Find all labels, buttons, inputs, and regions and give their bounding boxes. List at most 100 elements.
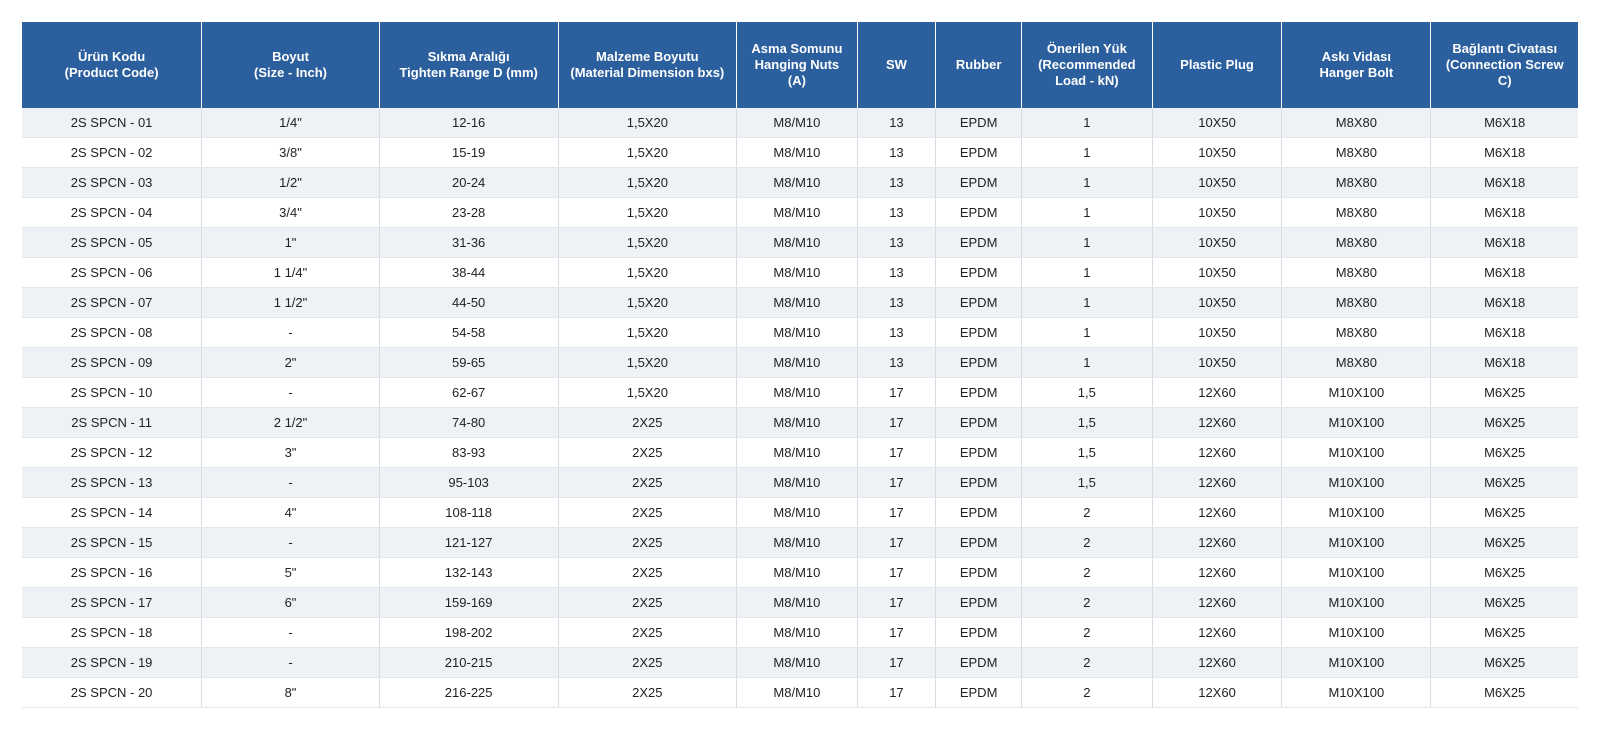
cell-plastic-plug: 12X60	[1152, 407, 1283, 438]
cell-product-code: 2S SPCN - 07	[22, 287, 203, 318]
cell-plastic-plug: 12X60	[1152, 377, 1283, 408]
cell-rubber: EPDM	[935, 527, 1022, 558]
cell-plastic-plug: 12X60	[1152, 677, 1283, 708]
cell-recommended-load: 2	[1021, 527, 1153, 558]
cell-size: -	[201, 467, 380, 498]
header-material-dimension: Malzeme Boyutu (Material Dimension bxs)	[558, 22, 738, 108]
cell-plastic-plug: 12X60	[1152, 437, 1283, 468]
cell-hanger-bolt: M10X100	[1281, 497, 1432, 528]
cell-size: 2"	[201, 347, 380, 378]
table-row: 2S SPCN - 03 1/2" 20-24 1,5X20 M8/M10 13 EPDM 1…	[22, 167, 1578, 198]
cell-material-dimension: 2X25	[558, 677, 738, 708]
cell-hanging-nuts: M8/M10	[736, 407, 858, 438]
cell-tighten-range: 54-58	[379, 317, 559, 348]
table-row: 2S SPCN - 08-54-58 1,5X20 M8/M10 13 EPDM 1 10X…	[22, 317, 1578, 348]
table-row: 2S SPCN - 15-121-127 2X25 M8/M10 17 EPDM 2 12X…	[22, 527, 1578, 558]
cell-material-dimension: 1,5X20	[558, 167, 738, 198]
cell-hanger-bolt: M10X100	[1281, 587, 1432, 618]
cell-product-code: 2S SPCN - 08	[22, 317, 203, 348]
cell-size: 6"	[201, 587, 380, 618]
cell-product-code: 2S SPCN - 16	[22, 557, 203, 588]
cell-material-dimension: 1,5X20	[558, 137, 738, 168]
cell-material-dimension: 2X25	[558, 587, 738, 618]
table-header: Ürün Kodu (Product Code) Boyut (Size - In…	[22, 22, 1578, 108]
cell-size: 3/8"	[201, 137, 380, 168]
cell-product-code: 2S SPCN - 06	[22, 257, 203, 288]
cell-material-dimension: 2X25	[558, 407, 738, 438]
cell-hanger-bolt: M10X100	[1281, 647, 1432, 678]
cell-tighten-range: 210-215	[379, 647, 559, 678]
cell-hanger-bolt: M8X80	[1281, 167, 1432, 198]
cell-size: 1/4"	[201, 108, 380, 138]
cell-hanging-nuts: M8/M10	[736, 557, 858, 588]
cell-plastic-plug: 10X50	[1152, 287, 1283, 318]
cell-sw: 17	[857, 647, 937, 678]
cell-sw: 13	[857, 257, 937, 288]
cell-size: 3/4"	[201, 197, 380, 228]
cell-material-dimension: 2X25	[558, 467, 738, 498]
cell-recommended-load: 1	[1021, 227, 1153, 258]
cell-size: 5"	[201, 557, 380, 588]
table-row: 2S SPCN - 12 3" 83-93 2X25 M8/M10 17 EPDM 1,5 12…	[22, 437, 1578, 468]
cell-tighten-range: 108-118	[379, 497, 559, 528]
cell-rubber: EPDM	[935, 317, 1022, 348]
cell-sw: 17	[857, 467, 937, 498]
cell-connection-screw: M6X25	[1430, 377, 1578, 408]
cell-connection-screw: M6X25	[1430, 497, 1578, 528]
cell-material-dimension: 2X25	[558, 527, 738, 558]
cell-plastic-plug: 10X50	[1152, 137, 1283, 168]
cell-material-dimension: 1,5X20	[558, 227, 738, 258]
cell-recommended-load: 1	[1021, 108, 1153, 138]
cell-hanger-bolt: M8X80	[1281, 257, 1432, 288]
cell-hanger-bolt: M8X80	[1281, 108, 1432, 138]
cell-sw: 13	[857, 287, 937, 318]
cell-sw: 13	[857, 197, 937, 228]
cell-size: -	[201, 617, 380, 648]
cell-recommended-load: 1	[1021, 347, 1153, 378]
table-row: 2S SPCN - 04 3/4" 23-28 1,5X20 M8/M10 13 EPDM 1…	[22, 197, 1578, 228]
cell-hanging-nuts: M8/M10	[736, 347, 858, 378]
header-tighten-range: Sıkma Aralığı Tighten Range D (mm)	[379, 22, 559, 108]
table-row: 2S SPCN - 01 1/4" 12-16 1,5X20 M8/M10 13 EPDM 1…	[22, 108, 1578, 138]
cell-plastic-plug: 12X60	[1152, 557, 1283, 588]
cell-plastic-plug: 10X50	[1152, 167, 1283, 198]
cell-recommended-load: 1,5	[1021, 377, 1153, 408]
cell-tighten-range: 198-202	[379, 617, 559, 648]
cell-rubber: EPDM	[935, 197, 1022, 228]
cell-sw: 13	[857, 137, 937, 168]
cell-material-dimension: 1,5X20	[558, 347, 738, 378]
cell-sw: 17	[857, 587, 937, 618]
cell-material-dimension: 2X25	[558, 497, 738, 528]
cell-product-code: 2S SPCN - 15	[22, 527, 203, 558]
cell-recommended-load: 2	[1021, 587, 1153, 618]
cell-sw: 13	[857, 227, 937, 258]
cell-material-dimension: 1,5X20	[558, 287, 738, 318]
cell-material-dimension: 1,5X20	[558, 197, 738, 228]
spec-table-container: Ürün Kodu (Product Code) Boyut (Size - In…	[22, 22, 1578, 708]
cell-connection-screw: M6X18	[1430, 257, 1578, 288]
cell-tighten-range: 121-127	[379, 527, 559, 558]
cell-rubber: EPDM	[935, 108, 1022, 138]
cell-material-dimension: 1,5X20	[558, 108, 738, 138]
cell-size: 1/2"	[201, 167, 380, 198]
cell-product-code: 2S SPCN - 11	[22, 407, 203, 438]
cell-size: 2 1/2"	[201, 407, 380, 438]
cell-tighten-range: 44-50	[379, 287, 559, 318]
cell-tighten-range: 15-19	[379, 137, 559, 168]
table-row: 2S SPCN - 14 4" 108-118 2X25 M8/M10 17 EPDM 2 12…	[22, 497, 1578, 528]
cell-hanging-nuts: M8/M10	[736, 437, 858, 468]
cell-connection-screw: M6X18	[1430, 287, 1578, 318]
header-row: Ürün Kodu (Product Code) Boyut (Size - In…	[22, 22, 1578, 108]
cell-plastic-plug: 10X50	[1152, 197, 1283, 228]
cell-product-code: 2S SPCN - 20	[22, 677, 203, 708]
cell-tighten-range: 12-16	[379, 108, 559, 138]
cell-connection-screw: M6X25	[1430, 677, 1578, 708]
cell-plastic-plug: 10X50	[1152, 108, 1283, 138]
cell-product-code: 2S SPCN - 04	[22, 197, 203, 228]
cell-recommended-load: 2	[1021, 557, 1153, 588]
cell-plastic-plug: 12X60	[1152, 587, 1283, 618]
cell-hanger-bolt: M10X100	[1281, 677, 1432, 708]
cell-recommended-load: 1,5	[1021, 467, 1153, 498]
cell-connection-screw: M6X18	[1430, 167, 1578, 198]
cell-tighten-range: 20-24	[379, 167, 559, 198]
